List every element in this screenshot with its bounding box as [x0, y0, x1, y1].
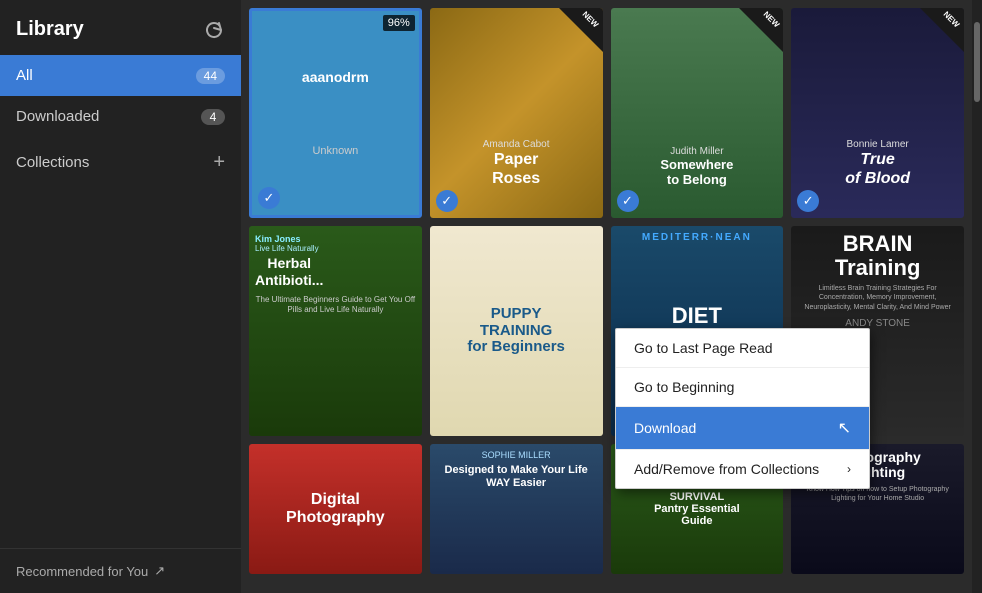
- context-menu: Go to Last Page Read Go to Beginning Dow…: [615, 328, 870, 489]
- sidebar-item-downloaded-label: Downloaded: [16, 108, 99, 125]
- sidebar-item-collections-label: Collections: [16, 154, 89, 171]
- checkmark-3: ✓: [617, 190, 639, 212]
- book-cover-1: 96% aaanodrm Unknown ✓: [249, 8, 422, 218]
- sidebar-item-downloaded[interactable]: Downloaded 4: [0, 96, 241, 137]
- sidebar-item-downloaded-badge: 4: [201, 109, 225, 125]
- book-title-2: PaperRoses: [492, 150, 540, 188]
- scrollbar-thumb[interactable]: [974, 22, 980, 102]
- add-collection-icon[interactable]: +: [213, 151, 225, 174]
- book-subtitle-1: Unknown: [312, 145, 358, 157]
- book-title-3: Somewhereto Belong: [660, 157, 733, 188]
- context-menu-last-page-label: Go to Last Page Read: [634, 340, 773, 356]
- book-cover-10: SOPHIE MILLER Designed to Make Your Life…: [430, 444, 603, 574]
- chevron-right-icon: ›: [847, 462, 851, 476]
- book-cover-5: Kim Jones Live Life Naturally HerbalAnti…: [249, 226, 422, 436]
- cursor-indicator: ↖: [838, 418, 851, 438]
- book-title-11: SURVIVALPantry EssentialGuide: [654, 491, 740, 527]
- book-title-5: HerbalAntibioti...: [255, 255, 323, 289]
- sidebar-item-all-label: All: [16, 67, 33, 84]
- book-title-4: Trueof Blood: [845, 150, 910, 188]
- right-scrollbar[interactable]: [972, 0, 982, 593]
- books-grid: 96% aaanodrm Unknown ✓ NEW Amanda Cabot …: [241, 0, 972, 593]
- sidebar-header: Library: [0, 0, 241, 55]
- book-author-2: Amanda Cabot: [483, 139, 550, 150]
- book-cover-4: NEW Bonnie Lamer Trueof Blood ✓: [791, 8, 964, 218]
- book-cover-6: PUPPYTRAININGfor Beginners: [430, 226, 603, 436]
- book-author-4: Bonnie Lamer: [846, 139, 908, 150]
- sidebar: Library All 44 Downloaded 4 Collections …: [0, 0, 241, 593]
- book-card-3[interactable]: NEW Judith Miller Somewhereto Belong ✓: [611, 8, 784, 218]
- context-menu-last-page[interactable]: Go to Last Page Read: [616, 329, 869, 367]
- context-menu-add-remove-label: Add/Remove from Collections: [634, 461, 819, 477]
- context-menu-beginning[interactable]: Go to Beginning: [616, 368, 869, 406]
- book-title-10: Designed to Make Your Life WAY Easier: [436, 464, 597, 490]
- book-subtitle-8: Limitless Brain Training Strategies For …: [797, 284, 958, 311]
- context-menu-add-remove[interactable]: Add/Remove from Collections ›: [616, 450, 869, 488]
- book-card-6[interactable]: PUPPYTRAININGfor Beginners: [430, 226, 603, 436]
- book-card-10[interactable]: SOPHIE MILLER Designed to Make Your Life…: [430, 444, 603, 593]
- book-tag-5: Live Life Naturally: [255, 244, 319, 253]
- book-card-9[interactable]: DigitalPhotography: [249, 444, 422, 593]
- book-title-1: aaanodrm: [294, 69, 377, 85]
- recommended-label: Recommended for You: [16, 564, 148, 579]
- external-link-icon: ↗: [154, 563, 165, 579]
- book-subtitle-5: The Ultimate Beginners Guide to Get You …: [255, 295, 416, 316]
- checkmark-1: ✓: [258, 187, 280, 209]
- context-menu-download-label: Download: [634, 420, 696, 436]
- sidebar-item-all[interactable]: All 44: [0, 55, 241, 96]
- book-author-3: Judith Miller: [670, 146, 723, 157]
- checkmark-4: ✓: [797, 190, 819, 212]
- sidebar-footer[interactable]: Recommended for You ↗: [0, 548, 241, 593]
- book-author-8: ANDY STONE: [845, 318, 910, 329]
- book-title-6: PUPPYTRAININGfor Beginners: [467, 306, 565, 356]
- book-title-8: BRAINTraining: [835, 232, 921, 280]
- main-content: 96% aaanodrm Unknown ✓ NEW Amanda Cabot …: [241, 0, 972, 593]
- book-title-7a: MEDITERR·NEAN: [642, 232, 752, 243]
- checkmark-2: ✓: [436, 190, 458, 212]
- book-title-9: DigitalPhotography: [286, 491, 385, 527]
- book-cover-2: NEW Amanda Cabot PaperRoses ✓: [430, 8, 603, 218]
- book-card-4[interactable]: NEW Bonnie Lamer Trueof Blood ✓: [791, 8, 964, 218]
- sidebar-item-collections[interactable]: Collections +: [0, 137, 241, 188]
- sidebar-navigation: All 44 Downloaded 4 Collections +: [0, 55, 241, 548]
- new-badge-4: NEW: [920, 8, 964, 52]
- sidebar-title: Library: [16, 18, 84, 41]
- progress-badge-1: 96%: [383, 15, 415, 31]
- context-menu-beginning-label: Go to Beginning: [634, 379, 734, 395]
- new-badge-3: NEW: [739, 8, 783, 52]
- refresh-icon[interactable]: [203, 19, 225, 41]
- book-cover-9: DigitalPhotography: [249, 444, 422, 574]
- book-card-2[interactable]: NEW Amanda Cabot PaperRoses ✓: [430, 8, 603, 218]
- book-cover-3: NEW Judith Miller Somewhereto Belong ✓: [611, 8, 784, 218]
- book-title-7b: DIET: [672, 303, 722, 329]
- sidebar-item-all-badge: 44: [196, 68, 225, 84]
- context-menu-download[interactable]: Download ↖: [616, 407, 869, 449]
- book-author-10: SOPHIE MILLER: [482, 450, 551, 460]
- new-badge-2: NEW: [559, 8, 603, 52]
- book-brand-5: Kim Jones: [255, 234, 301, 244]
- book-card-1[interactable]: 96% aaanodrm Unknown ✓: [249, 8, 422, 218]
- book-card-5[interactable]: Kim Jones Live Life Naturally HerbalAnti…: [249, 226, 422, 436]
